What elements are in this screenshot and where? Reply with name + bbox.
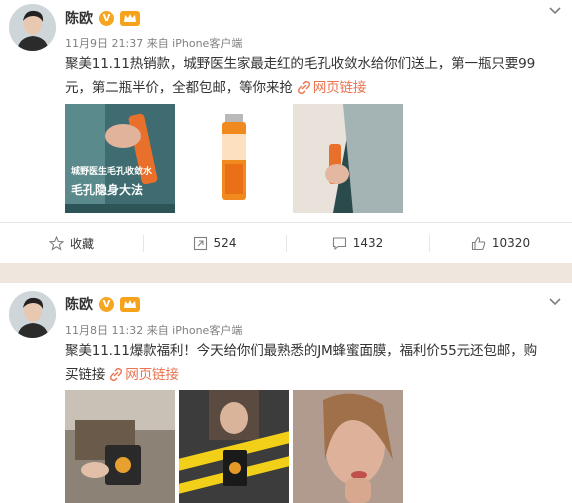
post-text-tail: 元，第二瓶半价，全都包邮，等你来抢 xyxy=(65,80,293,96)
web-link[interactable]: 网页链接 xyxy=(109,367,179,383)
image-caption: 城野医生毛孔收敛水 xyxy=(71,167,153,177)
link-icon xyxy=(297,81,310,94)
post-image[interactable]: 城野医生毛孔收敛水 毛孔隐身大法 xyxy=(65,104,175,213)
avatar[interactable] xyxy=(9,4,56,51)
star-icon xyxy=(48,235,64,251)
verified-badge-icon: V xyxy=(99,10,114,26)
like-button[interactable]: 10320 xyxy=(429,223,572,263)
post-image[interactable] xyxy=(293,104,403,213)
author-name[interactable]: 陈欧 xyxy=(65,8,93,28)
post-text: 聚美11.11爆款福利！今天给你们最熟悉的JM蜂蜜面膜，福利价55元还包邮，购 … xyxy=(65,339,563,387)
thumbs-up-icon xyxy=(471,236,486,250)
comment-icon xyxy=(332,236,346,250)
member-crown-icon[interactable] xyxy=(120,296,140,312)
post-text-line: 元，第二瓶半价，全都包邮，等你来抢 网页链接 xyxy=(65,76,563,100)
post-image[interactable] xyxy=(65,390,175,503)
image-caption: 毛孔隐身大法 xyxy=(71,183,144,197)
like-count: 10320 xyxy=(491,236,531,250)
post-text-line: 聚美11.11热销款，城野医生家最走红的毛孔收敛水给你们送上，第一瓶只要99 xyxy=(65,56,536,72)
link-icon xyxy=(110,368,123,381)
watermark-text: 金融投资报 xyxy=(496,482,566,498)
chevron-down-icon[interactable] xyxy=(548,297,562,307)
repost-button[interactable]: 524 xyxy=(143,223,286,263)
repost-icon xyxy=(193,236,207,250)
post-text-tail: 买链接 xyxy=(65,367,106,383)
verified-badge-icon: V xyxy=(99,296,114,312)
weibo-post: 陈欧 V 11月9日 21:37 来自 iPhone客户端 聚美11.11热销款… xyxy=(0,0,572,263)
author-row: 陈欧 V xyxy=(65,8,140,28)
post-meta[interactable]: 11月8日 11:32 来自 iPhone客户端 xyxy=(65,322,242,338)
link-label: 网页链接 xyxy=(125,367,179,383)
wechat-icon xyxy=(467,479,491,498)
action-bar: 收藏 524 1432 10320 xyxy=(0,222,572,263)
image-grid xyxy=(65,390,403,503)
comment-count: 1432 xyxy=(352,236,384,250)
weibo-post: 陈欧 V 11月8日 11:32 来自 iPhone客户端 聚美11.11爆款福… xyxy=(0,283,572,503)
watermark: 金融投资报 xyxy=(467,479,566,499)
post-text-line: 买链接 网页链接 xyxy=(65,363,563,387)
post-image[interactable] xyxy=(293,390,403,503)
favorite-button[interactable]: 收藏 xyxy=(0,223,143,263)
image-grid: 城野医生毛孔收敛水 毛孔隐身大法 xyxy=(65,104,403,213)
avatar[interactable] xyxy=(9,291,56,338)
post-text: 聚美11.11热销款，城野医生家最走红的毛孔收敛水给你们送上，第一瓶只要99 元… xyxy=(65,52,563,100)
author-name[interactable]: 陈欧 xyxy=(65,294,93,314)
weibo-feed: 陈欧 V 11月9日 21:37 来自 iPhone客户端 聚美11.11热销款… xyxy=(0,0,572,503)
web-link[interactable]: 网页链接 xyxy=(297,80,367,96)
post-meta[interactable]: 11月9日 21:37 来自 iPhone客户端 xyxy=(65,35,242,51)
repost-count: 524 xyxy=(213,236,237,250)
post-image[interactable] xyxy=(179,390,289,503)
chevron-down-icon[interactable] xyxy=(548,6,562,16)
post-divider xyxy=(0,263,572,283)
post-text-line: 聚美11.11爆款福利！今天给你们最熟悉的JM蜂蜜面膜，福利价55元还包邮，购 xyxy=(65,343,537,359)
comment-button[interactable]: 1432 xyxy=(286,223,429,263)
author-row: 陈欧 V xyxy=(65,294,140,314)
favorite-label: 收藏 xyxy=(69,236,94,251)
member-crown-icon[interactable] xyxy=(120,10,140,26)
post-image[interactable] xyxy=(179,104,289,213)
link-label: 网页链接 xyxy=(312,80,367,96)
